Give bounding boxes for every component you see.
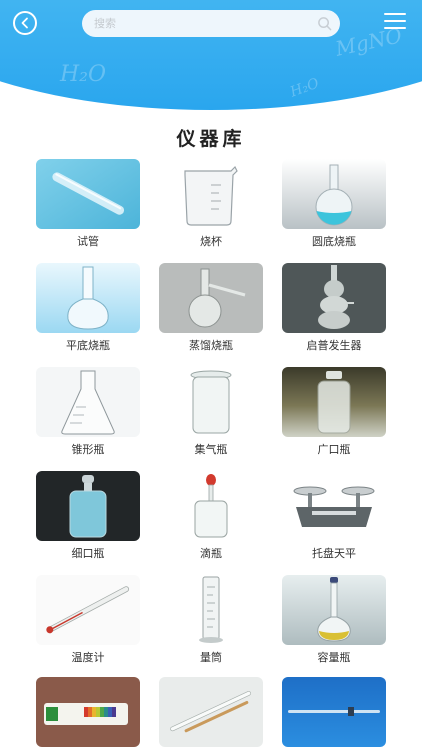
instrument-card-distillation-flask[interactable]: 蒸馏烧瓶	[159, 263, 263, 359]
graduated-cylinder-image	[159, 575, 263, 645]
instrument-card-tray-balance[interactable]: 托盘天平	[282, 471, 386, 567]
gas-jar-image	[159, 367, 263, 437]
instrument-label: 托盘天平	[312, 547, 356, 560]
instrument-card-round-bottom-flask[interactable]: 圆底烧瓶	[282, 159, 386, 255]
kipp-generator-image	[282, 263, 386, 333]
menu-icon-line	[384, 20, 406, 22]
instrument-card-volumetric-flask[interactable]: 容量瓶	[282, 575, 386, 671]
instrument-card-test-tube[interactable]: 试管	[36, 159, 140, 255]
narrow-mouth-bottle-image	[36, 471, 140, 541]
burette-image	[282, 677, 386, 747]
beaker-image	[159, 159, 263, 229]
instrument-card-graduated-cylinder[interactable]: 量筒	[159, 575, 263, 671]
instrument-card-kipp-generator[interactable]: 启普发生器	[282, 263, 386, 359]
ph-test-paper-image	[36, 677, 140, 747]
instrument-card-wide-mouth-bottle[interactable]: 广口瓶	[282, 367, 386, 463]
test-tube-image	[36, 159, 140, 229]
instrument-label: 量筒	[200, 651, 222, 664]
search-bar[interactable]	[82, 10, 340, 37]
round-bottom-flask-image	[282, 159, 386, 229]
instrument-card-narrow-mouth-bottle[interactable]: 细口瓶	[36, 471, 140, 567]
instrument-label: 温度计	[71, 651, 105, 664]
instrument-label: 蒸馏烧瓶	[189, 339, 233, 352]
instrument-label: 锥形瓶	[71, 443, 105, 456]
header-bar: H₂O MgNO H₂O	[0, 0, 422, 112]
page-title: 仪器库	[176, 128, 246, 150]
instrument-label: 圆底烧瓶	[312, 235, 356, 248]
instrument-card-dropper-bottle[interactable]: 滴瓶	[159, 471, 263, 567]
search-icon[interactable]	[317, 16, 332, 31]
instrument-card-gas-jar[interactable]: 集气瓶	[159, 367, 263, 463]
instrument-card-thermometer[interactable]: 温度计	[36, 575, 140, 671]
instrument-label: 平底烧瓶	[66, 339, 110, 352]
instrument-card-glass-rod[interactable]	[159, 677, 263, 750]
volumetric-flask-image	[282, 575, 386, 645]
search-input[interactable]	[94, 10, 304, 37]
instrument-label: 试管	[77, 235, 99, 248]
dropper-bottle-image	[159, 471, 263, 541]
menu-button[interactable]	[384, 13, 406, 31]
instrument-label: 广口瓶	[317, 443, 351, 456]
instrument-label: 集气瓶	[194, 443, 228, 456]
flat-bottom-flask-image	[36, 263, 140, 333]
instrument-card-burette[interactable]	[282, 677, 386, 750]
thermometer-image	[36, 575, 140, 645]
instrument-card-beaker[interactable]: 烧杯	[159, 159, 263, 255]
instrument-card-erlenmeyer-flask[interactable]: 锥形瓶	[36, 367, 140, 463]
instrument-card-flat-bottom-flask[interactable]: 平底烧瓶	[36, 263, 140, 359]
erlenmeyer-flask-image	[36, 367, 140, 437]
instrument-label: 滴瓶	[200, 547, 222, 560]
instrument-card-ph-test-paper[interactable]	[36, 677, 140, 750]
instrument-label: 启普发生器	[306, 339, 362, 352]
menu-icon-line	[384, 27, 406, 29]
distillation-flask-image	[159, 263, 263, 333]
tray-balance-image	[282, 471, 386, 541]
glass-rod-image	[159, 677, 263, 747]
instrument-label: 细口瓶	[71, 547, 105, 560]
chevron-left-icon	[21, 17, 28, 29]
wide-mouth-bottle-image	[282, 367, 386, 437]
back-button[interactable]	[13, 11, 37, 35]
menu-icon-line	[384, 13, 406, 15]
instrument-label: 烧杯	[200, 235, 222, 248]
instrument-label: 容量瓶	[317, 651, 351, 664]
